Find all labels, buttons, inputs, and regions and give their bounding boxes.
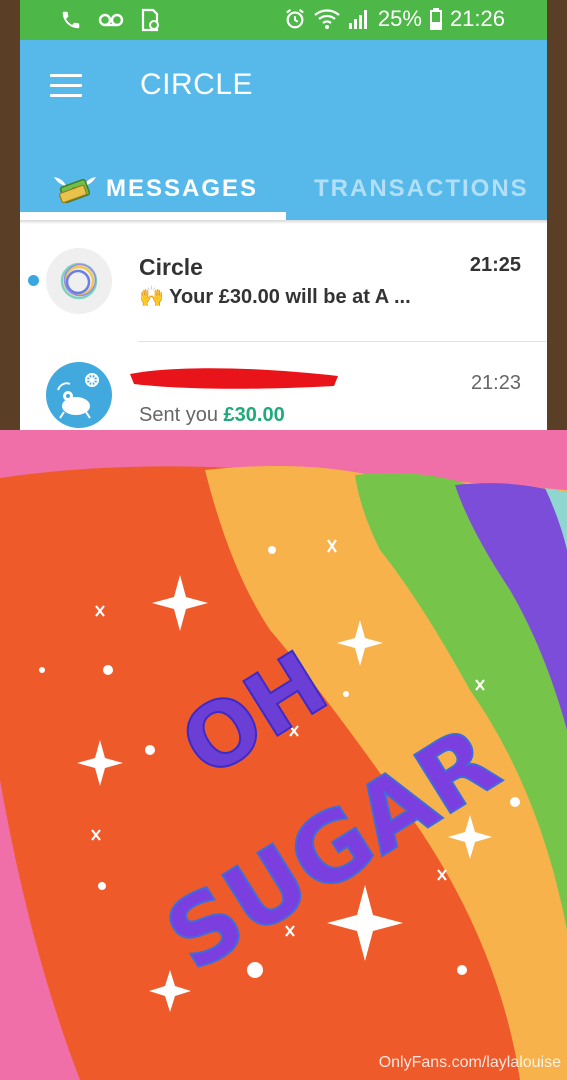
- status-icons-right: 25% 21:26: [284, 6, 505, 32]
- status-bar: 25% 21:26: [20, 0, 547, 40]
- tab-messages[interactable]: MESSAGES: [52, 158, 284, 220]
- phone-icon: [62, 11, 80, 29]
- amount-text: £30.00: [223, 404, 285, 426]
- message-preview: Sent you £30.00: [139, 404, 285, 427]
- tab-messages-label: MESSAGES: [106, 175, 259, 202]
- message-preview: 🙌 Your £30.00 will be at A ...: [139, 284, 411, 309]
- preview-text: Sent you: [139, 404, 224, 426]
- signal-icon: [348, 10, 367, 29]
- app-bar: CIRCLE MESSAGES TRANSACTIONS: [20, 40, 547, 220]
- status-icons-left: [60, 8, 160, 32]
- creature-avatar-icon: [57, 373, 99, 419]
- tab-transactions[interactable]: TRANSACTIONS: [314, 158, 547, 220]
- voicemail-icon: [98, 13, 124, 27]
- money-wings-icon: [54, 177, 96, 204]
- alarm-icon: [286, 9, 304, 29]
- battery-percent: 25%: [377, 6, 422, 31]
- battery-icon: [429, 8, 442, 30]
- watermark: OnlyFans.com/laylalouise: [378, 1054, 561, 1071]
- hamburger-menu-icon[interactable]: [50, 74, 82, 98]
- unread-dot: [28, 275, 39, 286]
- list-item[interactable]: Circle 21:25 🙌 Your £30.00 will be at A …: [20, 224, 547, 342]
- app-title: CIRCLE: [140, 68, 254, 101]
- contact-name: Circle: [139, 254, 203, 280]
- tab-transactions-label: TRANSACTIONS: [314, 175, 529, 202]
- avatar: [46, 362, 112, 428]
- redaction-scribble: [130, 368, 338, 389]
- raised-hands-emoji: 🙌: [139, 286, 164, 308]
- sim-alert-icon: [141, 8, 159, 32]
- message-time: 21:25: [469, 254, 521, 276]
- preview-text: Your £30.00 will be at A ...: [169, 286, 411, 308]
- message-time: 21:23: [470, 372, 521, 394]
- wifi-icon: [314, 9, 340, 29]
- status-clock: 21:26: [449, 6, 505, 31]
- tab-bar: MESSAGES TRANSACTIONS: [20, 158, 547, 220]
- rainbow-sticker: OH SUGAR: [0, 430, 567, 1080]
- avatar: [46, 248, 112, 314]
- circle-logo-icon: [60, 262, 98, 300]
- active-tab-indicator: [20, 212, 286, 220]
